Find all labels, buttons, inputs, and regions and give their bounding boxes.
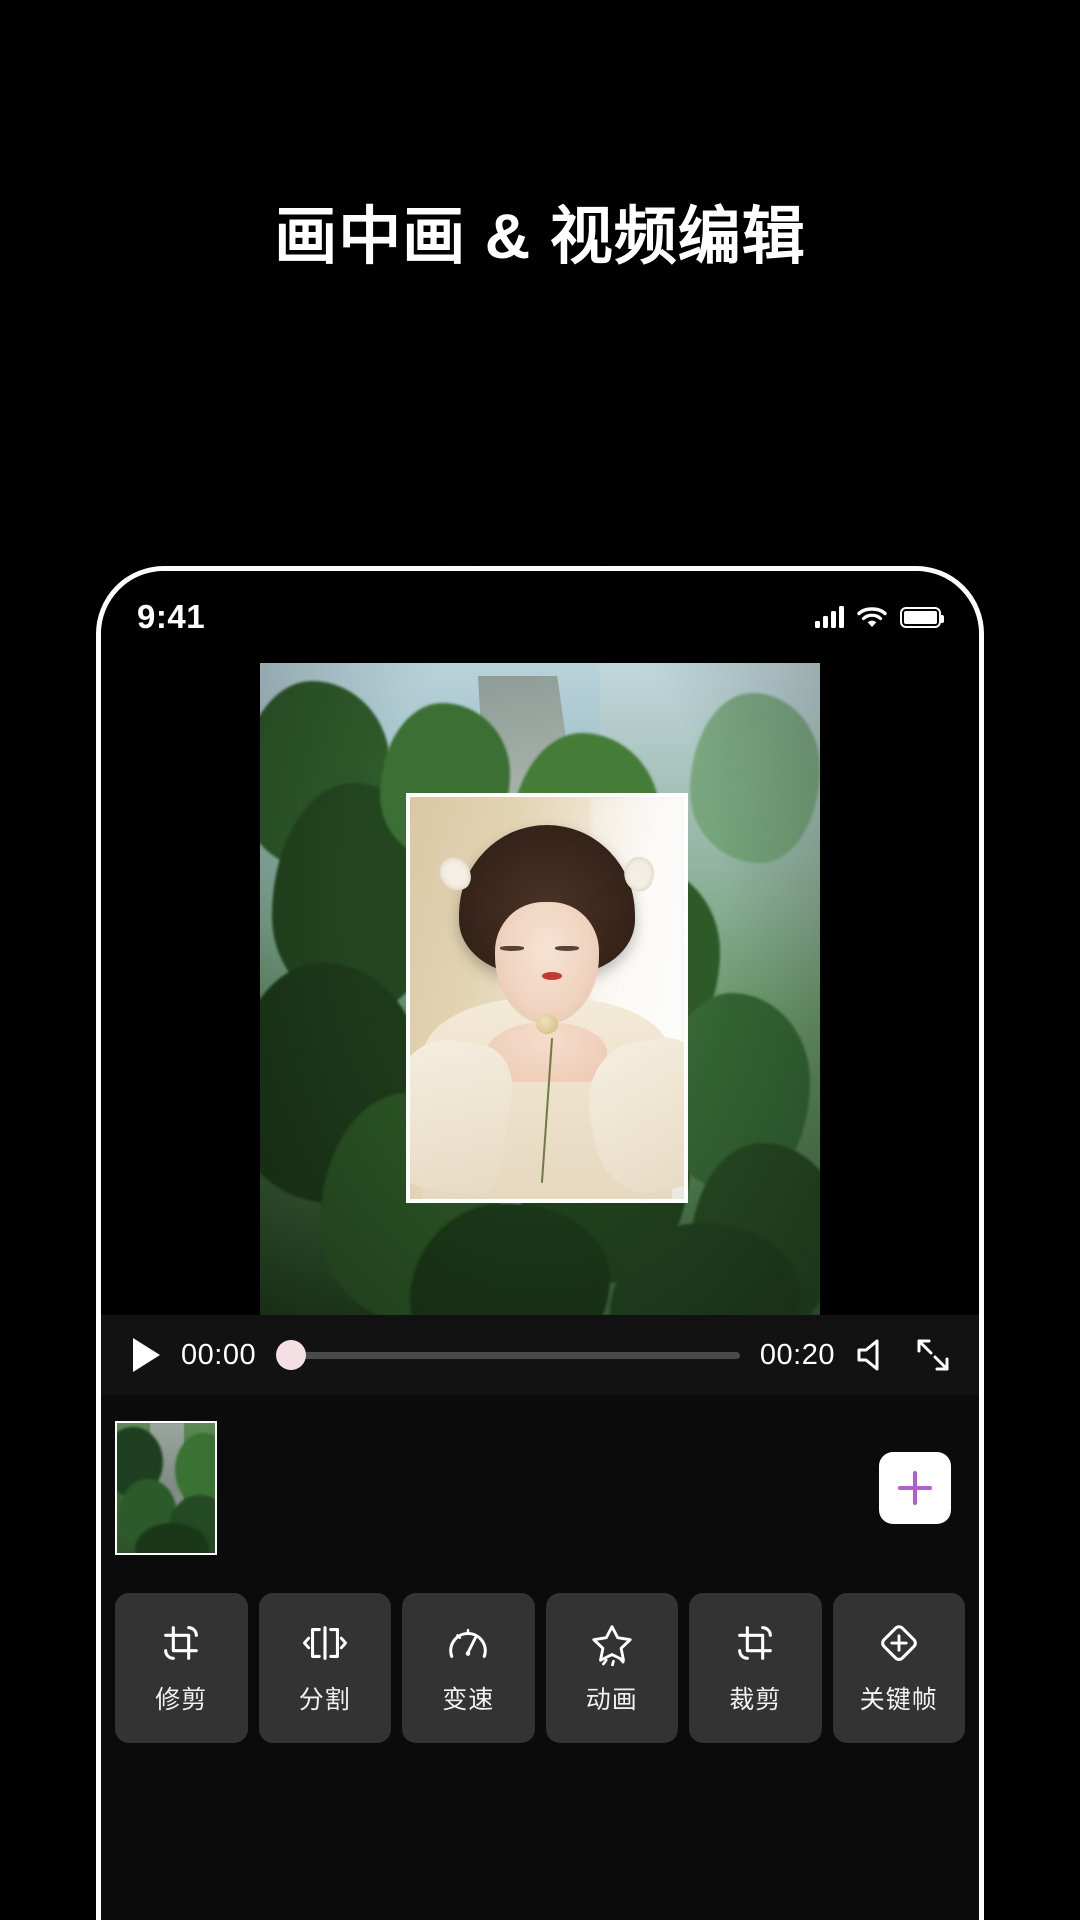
tool-button-animation[interactable]: 动画 [545, 1593, 678, 1743]
player-icon-group [853, 1335, 953, 1375]
page-title: 画中画 & 视频编辑 [274, 202, 806, 272]
phone-screen: 9:41 00:00 00:20 修剪 分割 变速 动画 裁剪 关键帧 [101, 571, 979, 1920]
tool-button-trim[interactable]: 修剪 [115, 1593, 248, 1743]
tool-label: 修剪 [155, 1686, 208, 1714]
timeline-track[interactable] [101, 1395, 979, 1581]
tool-label: 动画 [585, 1686, 638, 1714]
tool-button-split[interactable]: 分割 [258, 1593, 391, 1743]
progress-track [276, 1351, 740, 1359]
current-time-label: 00:00 [181, 1338, 257, 1371]
timeline-clip-thumbnail[interactable] [115, 1421, 217, 1555]
add-clip-button[interactable] [879, 1452, 951, 1524]
expand-icon[interactable] [913, 1335, 953, 1375]
tool-button-crop[interactable]: 裁剪 [689, 1593, 822, 1743]
tool-button-keyframe[interactable]: 关键帧 [832, 1593, 965, 1743]
star-sparkle-icon [592, 1625, 632, 1666]
picture-in-picture-overlay[interactable] [406, 793, 688, 1203]
player-control-bar: 00:00 00:20 [101, 1315, 979, 1395]
keyframe-diamond-plus-icon [880, 1625, 917, 1661]
cellular-signal-icon [815, 606, 844, 628]
tool-label: 变速 [442, 1686, 495, 1714]
status-icons [815, 606, 944, 628]
plus-icon [898, 1471, 932, 1505]
split-icon [302, 1626, 347, 1660]
status-bar: 9:41 [101, 571, 979, 663]
trim-icon [164, 1626, 199, 1660]
battery-icon [900, 606, 944, 628]
video-preview-canvas[interactable] [101, 663, 979, 1315]
duration-label: 00:20 [759, 1338, 835, 1371]
speaker-mute-icon[interactable] [853, 1335, 893, 1375]
play-icon[interactable] [129, 1336, 163, 1374]
tool-label: 裁剪 [729, 1686, 782, 1714]
crop-icon [738, 1626, 773, 1660]
wifi-icon [857, 607, 887, 627]
status-time: 9:41 [137, 598, 206, 635]
tool-button-speed[interactable]: 变速 [402, 1593, 535, 1743]
tool-label: 分割 [298, 1686, 351, 1714]
progress-slider[interactable] [276, 1338, 740, 1372]
editing-toolbar: 修剪 分割 变速 动画 裁剪 关键帧 [101, 1581, 979, 1920]
promo-screenshot: 画中画 & 视频编辑 9:41 00:00 00:20 修剪 分割 变速 动画 … [0, 0, 1080, 1920]
speed-gauge-icon [449, 1628, 487, 1658]
phone-mockup: 9:41 00:00 00:20 修剪 分割 变速 动画 裁剪 关键帧 [96, 566, 984, 1920]
tool-label: 关键帧 [859, 1686, 938, 1714]
progress-knob[interactable] [276, 1340, 307, 1370]
background-video-layer[interactable] [260, 663, 820, 1315]
